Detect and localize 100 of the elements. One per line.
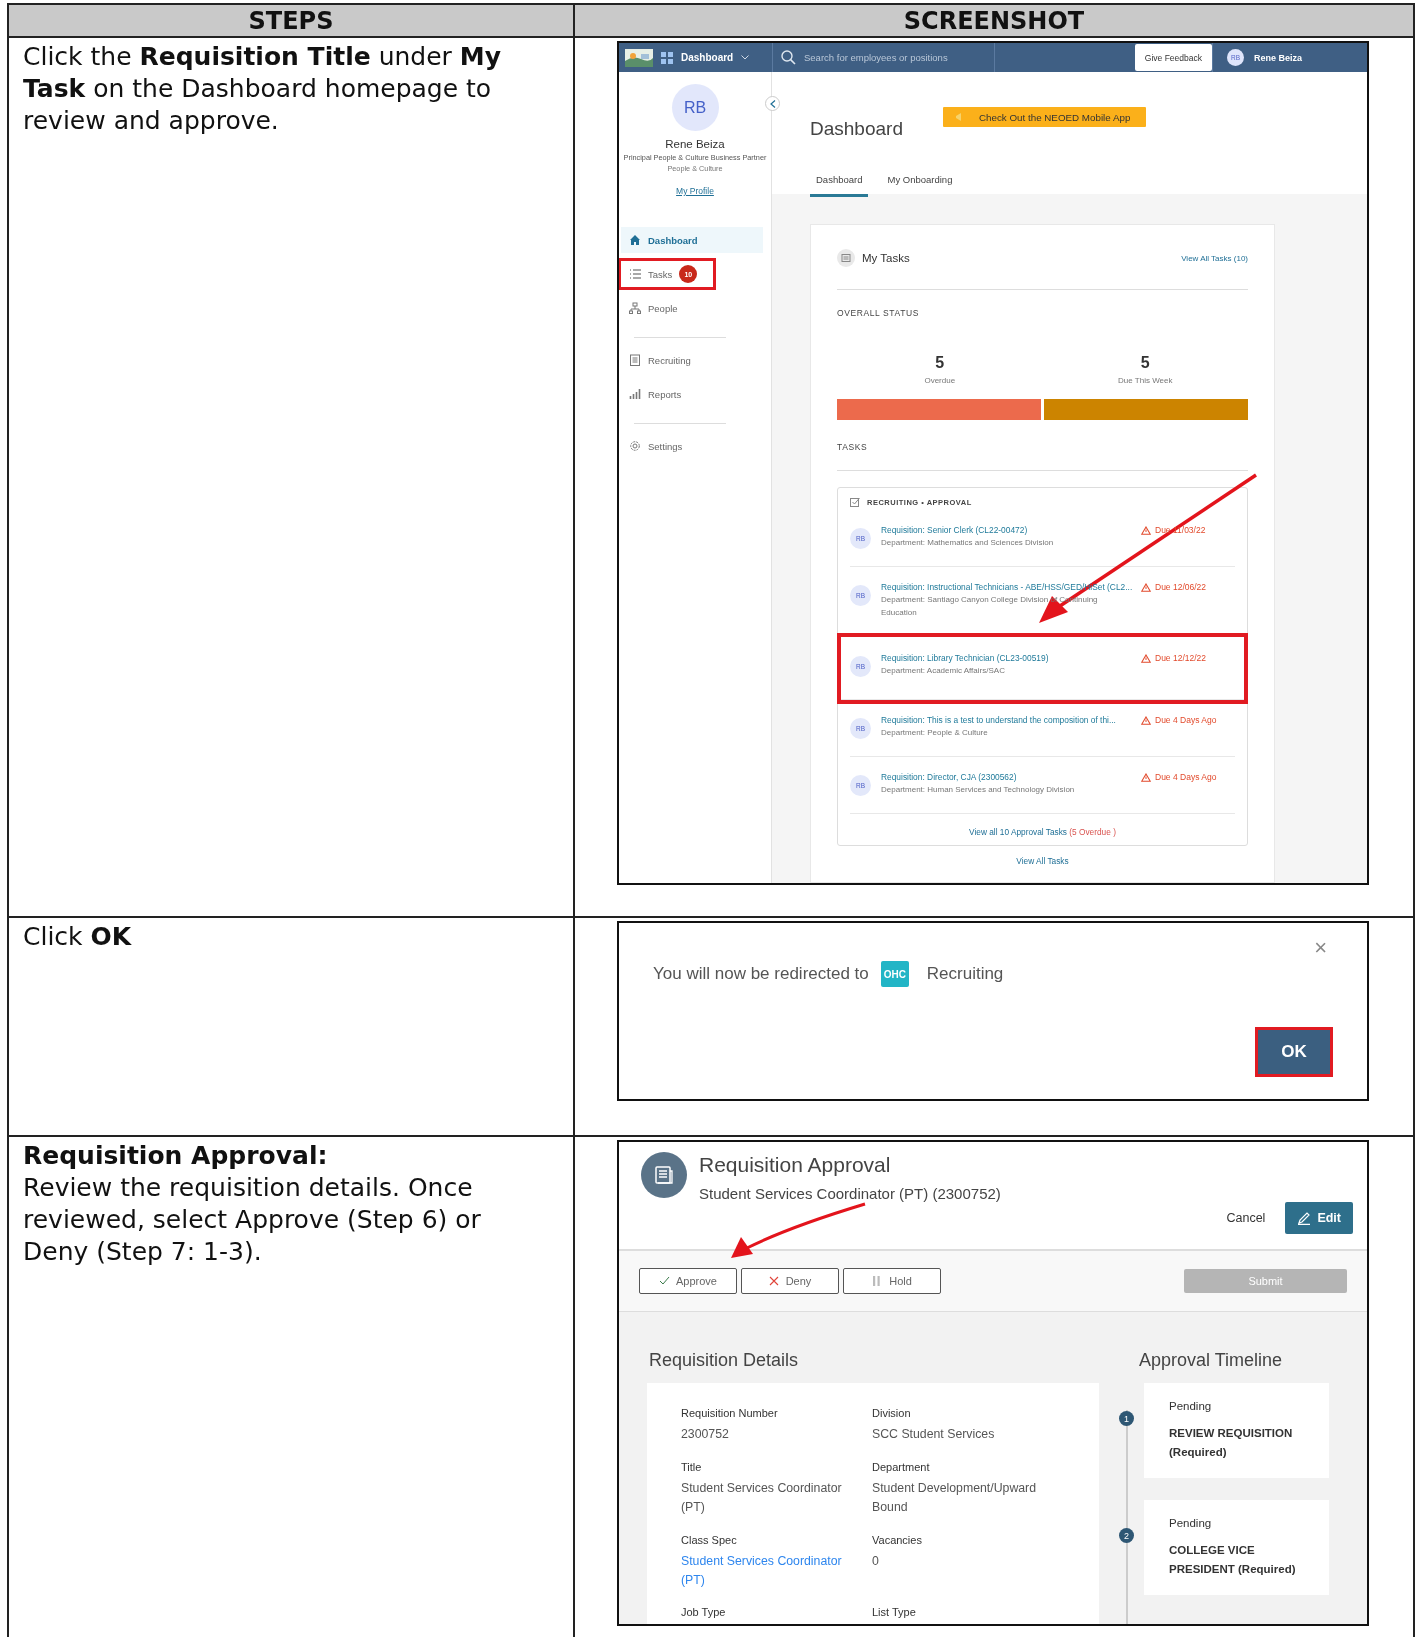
profile-link[interactable]: My Profile [676, 186, 714, 196]
step-instruction: Click the Requisition Title under My Task on the Dashboard homepage to review and approve. [23, 41, 503, 137]
ok-button[interactable]: OK [1255, 1027, 1333, 1077]
profile-name: Rene Beiza [665, 138, 725, 150]
stat-label: Due This Week [1118, 376, 1173, 385]
nav-item[interactable]: Reports [621, 381, 763, 407]
tab[interactable]: Dashboard [810, 168, 869, 197]
warning-icon [1141, 715, 1151, 725]
step-number: 1 [1119, 1411, 1134, 1426]
nav-item[interactable]: Dashboard [621, 227, 763, 253]
nav-item[interactable]: Recruiting [621, 347, 763, 373]
column-header: STEPS [247, 5, 335, 36]
section-heading: Requisition Details [649, 1350, 800, 1371]
view-all-link[interactable]: View All Tasks [1016, 856, 1069, 866]
field-label: Vacancies [872, 1533, 923, 1546]
task-link[interactable]: Requisition: Library Technician (CL23-00519) [881, 653, 1131, 663]
field-label: List Type [872, 1606, 917, 1619]
chevron-left-icon [769, 99, 776, 108]
due-date: Due 4 Days Ago [1155, 715, 1217, 725]
app-name: Recruiting [926, 964, 1004, 984]
list-icon [629, 268, 641, 280]
task-department: Department: Academic Affairs/SAC [881, 665, 1006, 677]
close-button[interactable]: × [1314, 935, 1327, 961]
field-value: 2300752 [681, 1426, 730, 1443]
hold-button[interactable]: Hold [843, 1268, 941, 1294]
stat-label: Overdue [924, 376, 956, 385]
field-value: Student Development/Upward Bound [872, 1479, 1038, 1516]
task-department: Department: People & Culture [881, 727, 989, 739]
task-department: Department: Human Services and Technology Division [881, 784, 1076, 796]
profile-avatar: RB [671, 84, 719, 131]
task-link[interactable]: Requisition: Senior Clerk (CL22-00472) [881, 525, 1131, 535]
user-name[interactable]: Rene Beiza [1254, 52, 1303, 63]
due-date: Due 4 Days Ago [1155, 772, 1217, 782]
overdue-count: (5 Overdue ) [1069, 827, 1116, 837]
deny-button[interactable]: Deny [741, 1268, 839, 1294]
task-department: Department: Mathematics and Sciences Division [881, 537, 1055, 549]
stat-value: 5 [935, 354, 945, 372]
field-label: Class Spec [681, 1533, 738, 1546]
step-number: 2 [1119, 1528, 1134, 1543]
step-title: Requisition Approval: [23, 1140, 329, 1172]
app-logo: OHC [880, 961, 909, 987]
nav-item[interactable]: People [621, 295, 763, 321]
card-title: My Tasks [862, 252, 910, 264]
step-name: REVIEW REQUISITION (Required) [1169, 1426, 1294, 1460]
feedback-button[interactable]: Give Feedback [1134, 44, 1212, 71]
check-icon [659, 1276, 670, 1286]
step-status: Pending [1169, 1517, 1213, 1529]
warning-icon [1141, 582, 1151, 592]
due-date: Due 12/12/22 [1155, 653, 1207, 663]
task-link[interactable]: Requisition: Director, CJA (2300562) [881, 772, 1131, 782]
step-status: Pending [1169, 1400, 1213, 1412]
menu-label[interactable]: Dashboard [681, 52, 734, 63]
org-chart-icon [629, 302, 641, 314]
warning-icon [1141, 653, 1151, 663]
bar-chart-icon [629, 388, 641, 400]
nav-item[interactable]: Settings [621, 433, 763, 459]
page-title: Requisition Approval [699, 1153, 892, 1177]
step-instruction: Click OK [23, 921, 133, 953]
field-label: Title [681, 1460, 703, 1473]
page-title: Dashboard [810, 118, 903, 140]
field-value: Student Services Coordinator (PT) [681, 1479, 843, 1516]
checkbox-icon [850, 497, 860, 507]
field-link[interactable]: Student Services Coordinator (PT) [681, 1551, 854, 1590]
due-date: Due 12/06/22 [1155, 582, 1207, 592]
step-instruction: Review the requisition details. Once reviewed, select Approve (Step 6) or Deny (Step 7: 1-3). [23, 1172, 482, 1268]
step-name: COLLEGE VICE PRESIDENT (Required) [1169, 1543, 1297, 1577]
approve-button[interactable]: Approve [639, 1268, 737, 1294]
field-label: Division [872, 1407, 912, 1419]
stat-value: 5 [1140, 354, 1150, 372]
field-label: Department [872, 1460, 931, 1473]
tab[interactable]: My Onboarding [881, 168, 959, 197]
section-heading: OVERALL STATUS [837, 308, 920, 318]
field-label: Requisition Number [681, 1407, 779, 1419]
logo-icon [625, 48, 653, 67]
close-icon [768, 1276, 780, 1286]
clipboard-icon [629, 354, 641, 366]
approval-tasks-link[interactable]: View all 10 Approval Tasks [969, 827, 1067, 837]
page-subtitle: Student Services Coordinator (PT) (2300752) [699, 1185, 1001, 1202]
section-heading: TASKS [837, 442, 1248, 471]
task-link[interactable]: Requisition: This is a test to understand the composition of thi... [881, 715, 1131, 725]
grid-icon [661, 51, 673, 64]
settings-icon [629, 440, 641, 452]
field-value: SCC Student Services [872, 1426, 996, 1443]
cancel-button[interactable]: Cancel [1226, 1211, 1266, 1225]
dialog-message: You will now be redirected to [653, 964, 869, 984]
document-icon [654, 1165, 674, 1185]
view-all-link[interactable]: View All Tasks (10) [1181, 253, 1248, 263]
section-heading: Approval Timeline [1139, 1350, 1284, 1371]
due-date: Due 11/03/22 [1155, 525, 1206, 535]
pencil-icon [1297, 1211, 1312, 1225]
field-label: Job Type [681, 1606, 727, 1619]
warning-icon [1141, 772, 1151, 782]
warning-icon [1141, 525, 1151, 535]
search-icon [781, 50, 796, 65]
tasks-icon [837, 249, 855, 267]
home-icon [629, 234, 641, 246]
caret-icon [741, 55, 750, 60]
promo-banner[interactable]: Check Out the NEOED Mobile App [942, 107, 1147, 127]
column-header: SCREENSHOT [573, 5, 1413, 36]
edit-button[interactable]: Edit [1285, 1202, 1353, 1234]
